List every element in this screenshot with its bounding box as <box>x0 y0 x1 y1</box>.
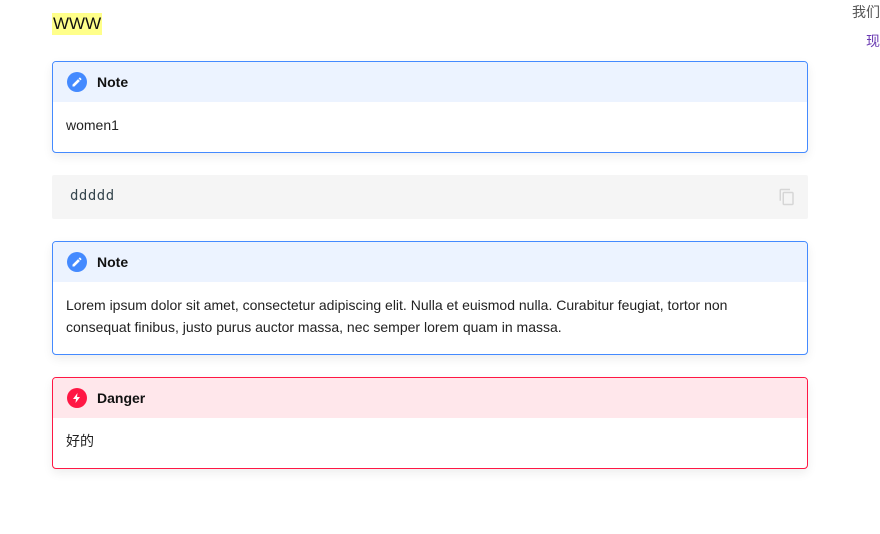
code-text: ddddd <box>70 188 115 204</box>
toc-title: 我们 <box>852 4 880 20</box>
note-admonition: Note women1 <box>52 61 808 153</box>
lightning-icon <box>67 388 87 408</box>
admonition-title-text: Danger <box>97 390 146 406</box>
copy-icon[interactable] <box>778 187 796 207</box>
admonition-body: Lorem ipsum dolor sit amet, consectetur … <box>66 297 728 335</box>
admonition-body: women1 <box>66 117 119 133</box>
admonition-title: Note <box>53 62 807 102</box>
code-block: ddddd <box>52 175 808 219</box>
admonition-title-text: Note <box>97 74 129 90</box>
page-heading: WWW <box>52 13 103 35</box>
admonition-title: Danger <box>53 378 807 418</box>
pencil-icon <box>67 252 87 272</box>
note-admonition: Note Lorem ipsum dolor sit amet, consect… <box>52 241 808 355</box>
toc-link[interactable]: 现 <box>866 31 880 51</box>
danger-admonition: Danger 好的 <box>52 377 808 469</box>
admonition-title-text: Note <box>97 254 129 270</box>
page: WWW 我们 现 Note women1 ddddd Note Lorem ip… <box>0 0 880 534</box>
pencil-icon <box>67 72 87 92</box>
admonition-body: 好的 <box>66 433 94 449</box>
admonition-title: Note <box>53 242 807 282</box>
